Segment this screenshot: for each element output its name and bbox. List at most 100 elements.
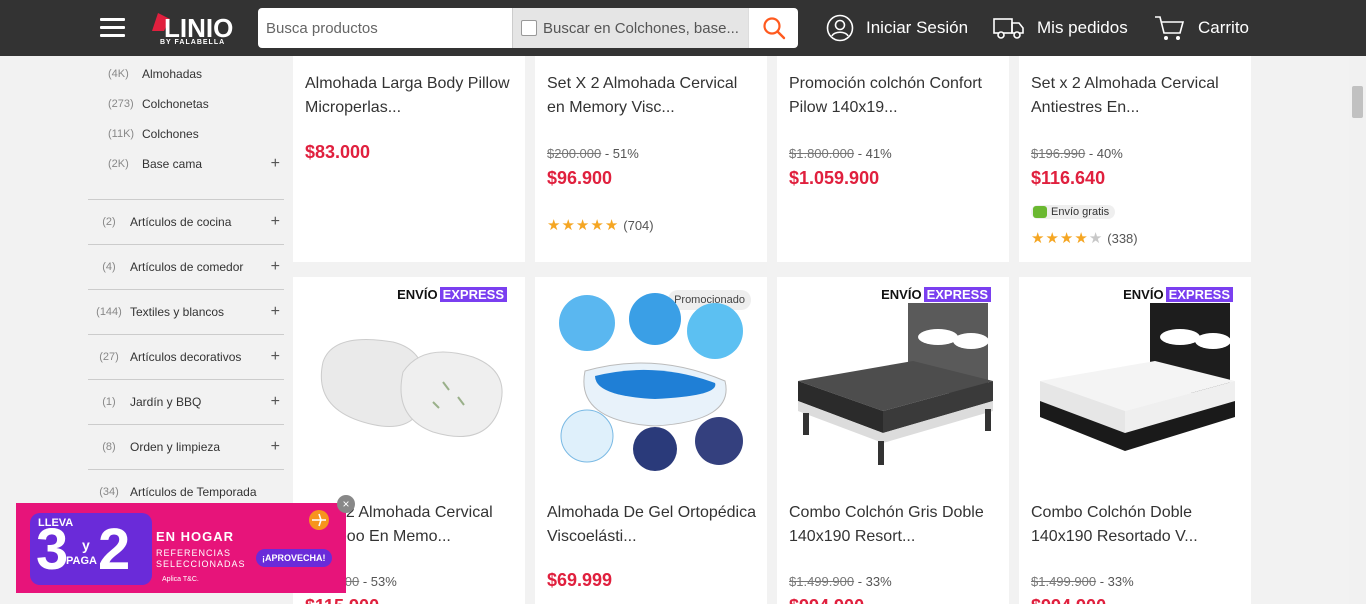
discount: - 51% — [604, 146, 639, 161]
express-label: EXPRESS — [439, 287, 507, 302]
star-icon: ★ — [1074, 230, 1088, 247]
category-jardin[interactable]: (1) Jardín y BBQ + — [88, 379, 284, 424]
subcategory-label: Base cama — [142, 157, 203, 171]
subcategory-count: (11K) — [108, 128, 135, 140]
product-card[interactable]: ENVÍO EXPRESS Combo Colchón Gris Doble 1… — [777, 277, 1009, 604]
category-label: Artículos de comedor — [130, 260, 244, 274]
product-card[interactable]: ENVÍO EXPRESS Combo Colchón Doble 140x19… — [1019, 277, 1251, 604]
star-icon: ★ — [575, 217, 590, 234]
category-count: (8) — [102, 441, 116, 453]
orders-link[interactable]: Mis pedidos — [993, 12, 1128, 44]
search-input[interactable] — [258, 8, 512, 48]
subcategory-count: (273) — [108, 98, 134, 110]
product-card[interactable]: Set x 2 Almohada Cervical Antiestres En.… — [1019, 56, 1251, 262]
expand-plus-icon[interactable]: + — [271, 348, 280, 366]
promo-line1: REFERENCIAS — [156, 548, 232, 558]
search-scope[interactable]: Buscar en Colchones, base... — [512, 8, 748, 48]
free-shipping-badge: Envío gratis — [1031, 205, 1116, 219]
search-bar: Buscar en Colchones, base... — [258, 8, 798, 48]
mattress-gray-image — [798, 303, 993, 465]
gel-pillow-image — [559, 293, 743, 471]
product-title[interactable]: Almohada Larga Body Pillow Microperlas..… — [305, 72, 517, 120]
category-count: (34) — [99, 486, 119, 498]
truck-icon — [993, 18, 1024, 39]
promo-title: EN HOGAR — [156, 529, 235, 544]
promo-line2: SELECCIONADAS — [156, 559, 246, 569]
discount: - 41% — [857, 146, 892, 161]
product-price: $83.000 — [305, 142, 371, 162]
express-prefix: ENVÍO — [397, 287, 438, 302]
star-icon: ★ — [1031, 230, 1045, 247]
old-price-row: $1.800.000 - 41% — [789, 146, 892, 161]
scrollbar-thumb[interactable] — [1352, 86, 1363, 118]
close-icon[interactable]: × — [337, 495, 355, 513]
subcategory-almohadas[interactable]: (4K) Almohadas — [108, 64, 284, 84]
category-decorativos[interactable]: (27) Artículos decorativos + — [88, 334, 284, 379]
truck-icon — [1033, 206, 1047, 218]
star-icon: ★ — [1045, 230, 1059, 247]
expand-plus-icon[interactable]: + — [271, 213, 280, 231]
subcategory-label: Colchones — [142, 127, 199, 141]
expand-plus-icon[interactable]: + — [271, 393, 280, 411]
product-card[interactable]: Promocionado Almohada De Gel Ortopédica … — [535, 277, 767, 604]
star-icon: ★ — [590, 217, 604, 234]
subcategory-label: Almohadas — [142, 67, 203, 81]
category-label: Orden y limpieza — [130, 440, 221, 454]
product-title[interactable]: Almohada De Gel Ortopédica Viscoelásti..… — [547, 501, 759, 549]
search-button[interactable] — [748, 8, 798, 48]
expand-plus-icon[interactable]: + — [271, 258, 280, 276]
product-price: $96.900 — [547, 168, 613, 188]
product-card[interactable]: Set X 2 Almohada Cervical en Memory Visc… — [535, 56, 767, 262]
product-title[interactable]: Set x 2 Almohada Cervical Antiestres En.… — [1031, 72, 1243, 120]
login-link[interactable]: Iniciar Sesión — [826, 12, 968, 44]
star-icon: ★ — [1059, 230, 1074, 247]
express-label: EXPRESS — [923, 287, 991, 302]
old-price-row: $1.499.900 - 33% — [1031, 574, 1134, 589]
product-title[interactable]: Set X 2 Almohada Cervical en Memory Visc… — [547, 72, 759, 120]
category-cocina[interactable]: (2) Artículos de cocina + — [88, 199, 284, 244]
page-scrollbar[interactable] — [1349, 56, 1366, 604]
category-orden[interactable]: (8) Orden y limpieza + — [88, 424, 284, 469]
promo-number-3: 3 — [36, 517, 69, 582]
old-price-row: $200.000 - 51% — [547, 146, 639, 161]
subcategory-colchones[interactable]: (11K) Colchones — [108, 124, 284, 144]
product-price: $69.999 — [547, 570, 613, 590]
category-label: Artículos de cocina — [130, 215, 232, 229]
product-title[interactable]: Combo Colchón Doble 140x190 Resortado V.… — [1031, 501, 1243, 549]
category-comedor[interactable]: (4) Artículos de comedor + — [88, 244, 284, 289]
menu-icon[interactable] — [100, 18, 125, 38]
linio-logo[interactable]: LINIO BY FALABELLA — [150, 9, 242, 49]
pillow-image — [320, 339, 503, 437]
express-label: EXPRESS — [1165, 287, 1233, 302]
product-card[interactable]: Promoción colchón Confort Pilow 140x19..… — [777, 56, 1009, 262]
top-header: LINIO BY FALABELLA Buscar en Colchones, … — [0, 0, 1366, 56]
express-prefix: ENVÍO — [881, 287, 922, 302]
old-price: $196.990 — [1031, 146, 1086, 161]
category-count: (27) — [99, 351, 119, 363]
promo-banner[interactable]: LLEVA 3 y PAGA 2 EN HOGAR REFERENCIAS SE… — [16, 503, 346, 593]
category-textiles[interactable]: (144) Textiles y blancos + — [88, 289, 284, 334]
logo-subtext: BY FALABELLA — [160, 39, 226, 46]
subcategory-base-cama[interactable]: (2K) Base cama + — [108, 154, 284, 174]
category-label: Artículos de Temporada — [130, 485, 257, 499]
scope-checkbox[interactable] — [521, 20, 537, 36]
category-count: (1) — [102, 396, 116, 408]
product-title[interactable]: Promoción colchón Confort Pilow 140x19..… — [789, 72, 1001, 120]
promo-cta-button[interactable]: ¡APROVECHA! — [256, 549, 332, 567]
expand-plus-icon[interactable]: + — [271, 438, 280, 456]
old-price-row: $1.499.900 - 33% — [789, 574, 892, 589]
old-price: $1.800.000 — [789, 146, 855, 161]
expand-plus-icon[interactable]: + — [271, 303, 280, 321]
product-card[interactable]: Almohada Larga Body Pillow Microperlas..… — [293, 56, 525, 262]
subcategory-colchonetas[interactable]: (273) Colchonetas — [108, 94, 284, 114]
subcategory-count: (4K) — [108, 68, 129, 80]
search-icon — [762, 17, 785, 40]
express-badge: ENVÍO EXPRESS — [1123, 287, 1233, 302]
product-title[interactable]: Combo Colchón Gris Doble 140x190 Resort.… — [789, 501, 1001, 549]
cart-label: Carrito — [1198, 18, 1250, 37]
star-empty-icon: ★ — [1088, 230, 1103, 247]
rating-count: (338) — [1107, 230, 1138, 246]
product-price: $994.900 — [1031, 596, 1106, 604]
cart-link[interactable]: Carrito — [1154, 12, 1249, 44]
expand-plus-icon[interactable]: + — [271, 155, 280, 173]
